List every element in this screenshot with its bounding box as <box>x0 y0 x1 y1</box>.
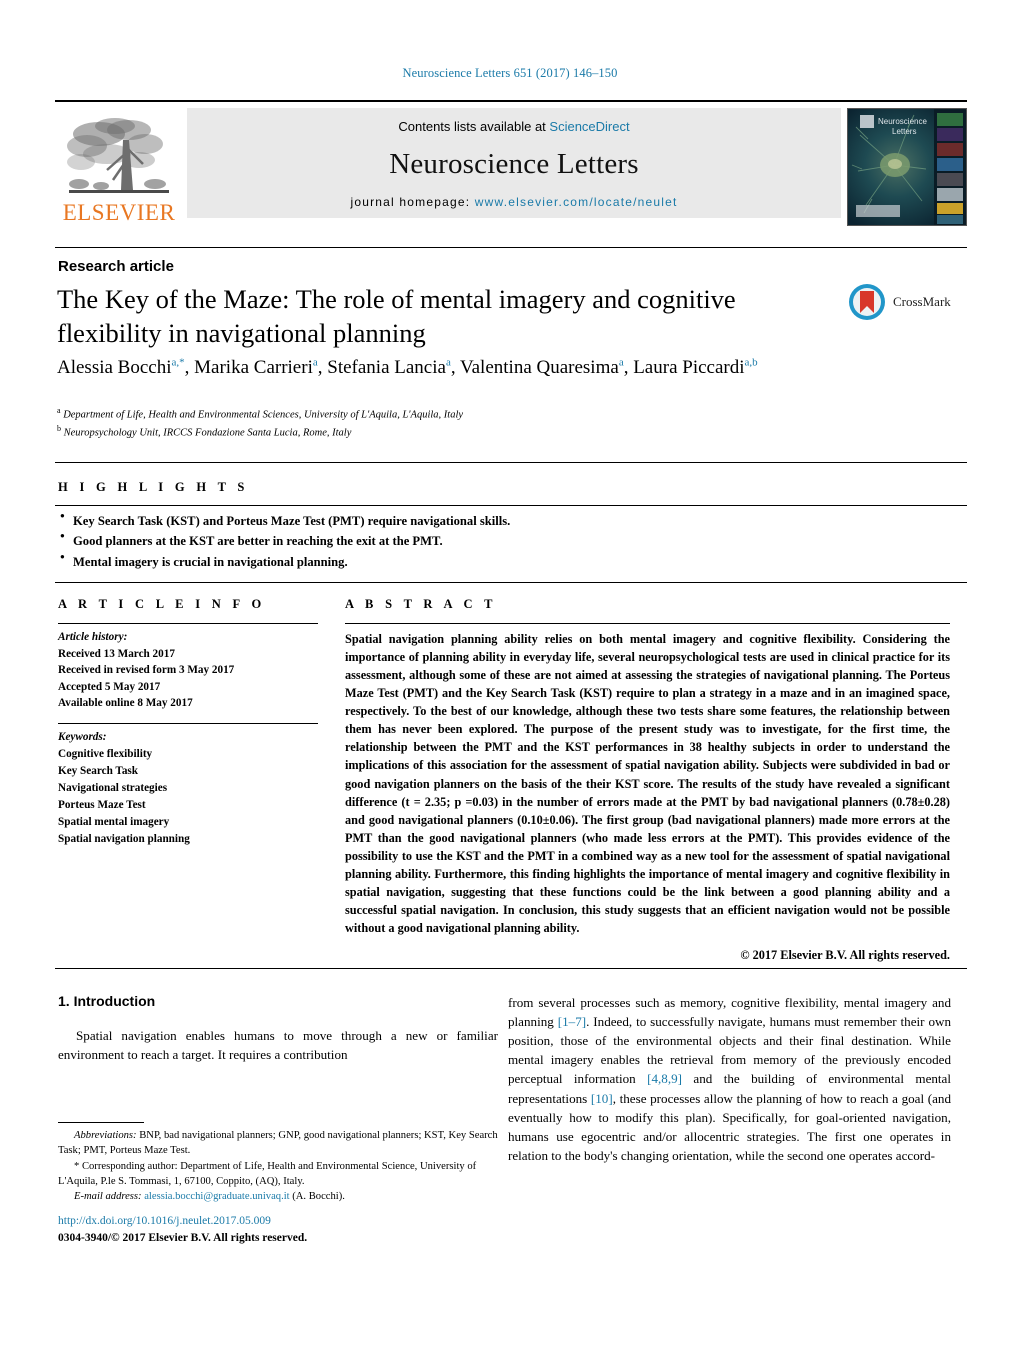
section-heading-introduction: 1. Introduction <box>58 993 156 1009</box>
journal-cover-art: Neuroscience Letters <box>848 109 966 225</box>
highlight-item: Mental imagery is crucial in navigationa… <box>60 551 860 572</box>
highlights-top-rule <box>55 462 967 463</box>
keyword-item: Porteus Maze Test <box>58 798 146 811</box>
citation-link[interactable]: [1–7] <box>558 1014 586 1029</box>
author-affiliation-mark: a,b <box>744 356 758 369</box>
homepage-prefix: journal homepage: <box>350 195 475 209</box>
keywords-block: Keywords: Cognitive flexibility Key Searc… <box>58 729 318 848</box>
abbreviations-note: Abbreviations: BNP, bad navigational pla… <box>58 1128 501 1159</box>
footnote-block: Abbreviations: BNP, bad navigational pla… <box>58 1128 501 1204</box>
abstract-copyright: © 2017 Elsevier B.V. All rights reserved… <box>740 948 950 963</box>
footnote-rule <box>58 1122 144 1123</box>
affiliation-item: b Neuropsychology Unit, IRCCS Fondazione… <box>57 423 352 439</box>
author-name: Stefania Lancia <box>327 357 446 378</box>
citation-link[interactable]: [10] <box>591 1091 613 1106</box>
keyword-item: Cognitive flexibility <box>58 747 153 760</box>
affiliation-item: a Department of Life, Health and Environ… <box>57 406 464 421</box>
email-link[interactable]: alessia.bocchi@graduate.univaq.it <box>144 1191 289 1202</box>
page-title: The Key of the Maze: The role of mental … <box>57 284 736 348</box>
doi-link[interactable]: http://dx.doi.org/10.1016/j.neulet.2017.… <box>58 1213 501 1230</box>
keyword-item: Spatial navigation planning <box>58 832 190 845</box>
crossmark-badge[interactable]: CrossMark <box>847 281 959 323</box>
author-affiliation-mark: a,* <box>171 356 185 369</box>
journal-cover-thumbnail: Neuroscience Letters <box>847 108 967 226</box>
author-affiliation-mark: a <box>312 356 318 369</box>
journal-title: Neuroscience Letters <box>389 148 639 180</box>
article-history-item: Available online 8 May 2017 <box>58 697 193 710</box>
citation-link[interactable]: [4,8,9] <box>647 1071 682 1086</box>
author-name: Marika Carrieri <box>194 357 313 378</box>
masthead-center-panel: Contents lists available at ScienceDirec… <box>187 108 841 218</box>
highlight-item: Good planners at the KST are better in r… <box>60 530 860 551</box>
elsevier-tree-icon <box>67 118 169 193</box>
article-history-items: Received 13 March 2017 Received in revise… <box>58 646 318 712</box>
keywords-items: Cognitive flexibility Key Search Task Navi… <box>58 746 318 848</box>
info-top-rule <box>55 582 967 583</box>
abstract-column: A B S T R A C T Spatial navigation plann… <box>345 597 950 963</box>
crossmark-label: CrossMark <box>893 294 951 309</box>
article-history-item: Received 13 March 2017 <box>58 647 175 660</box>
body-column-left: 1. Introduction Spatial navigation enabl… <box>58 993 498 1064</box>
corresponding-author-note: * Corresponding author: Department of Li… <box>58 1159 501 1190</box>
contents-prefix: Contents lists available at <box>398 119 550 134</box>
abstract-text: Spatial navigation planning ability reli… <box>345 632 950 935</box>
journal-homepage-link[interactable]: www.elsevier.com/locate/neulet <box>475 195 678 209</box>
title-separator-rule <box>55 247 967 248</box>
abstract-rule <box>345 623 950 624</box>
journal-masthead: ELSEVIER Contents lists available at Sci… <box>55 100 967 226</box>
elsevier-wordmark: ELSEVIER <box>62 200 176 225</box>
author-name: Alessia Bocchi <box>57 357 172 378</box>
highlights-list: Key Search Task (KST) and Porteus Maze T… <box>60 510 860 572</box>
introduction-paragraph-left: Spatial navigation enables humans to mov… <box>58 1028 498 1063</box>
keyword-item: Navigational strategies <box>58 781 168 794</box>
keyword-item: Key Search Task <box>58 764 138 777</box>
issn-copyright-line: 0304-3940/© 2017 Elsevier B.V. All right… <box>58 1232 308 1245</box>
elsevier-logo: ELSEVIER <box>55 108 183 226</box>
introduction-paragraph-right: from several processes such as memory, c… <box>508 995 952 1163</box>
highlights-heading: H I G H L I G H T S <box>58 480 249 494</box>
keywords-rule <box>58 722 318 724</box>
article-history-item: Accepted 5 May 2017 <box>58 680 161 693</box>
article-history-item: Received in revised form 3 May 2017 <box>58 664 235 677</box>
author-affiliation-mark: a <box>445 356 451 369</box>
article-info-column: A R T I C L E I N F O Article history: R… <box>58 597 318 848</box>
cover-title-line1: Neuroscience <box>878 117 927 126</box>
contents-available-line: Contents lists available at ScienceDirec… <box>398 119 629 134</box>
body-top-rule <box>55 968 967 969</box>
abstract-heading: A B S T R A C T <box>345 597 497 611</box>
email-suffix: (A. Bocchi). <box>289 1191 345 1202</box>
running-head: Neuroscience Letters 651 (2017) 146–150 <box>402 66 618 80</box>
keywords-label: Keywords: <box>58 730 107 743</box>
article-info-heading: A R T I C L E I N F O <box>58 597 266 611</box>
highlight-item: Key Search Task (KST) and Porteus Maze T… <box>60 510 860 531</box>
abbreviations-label: Abbreviations: <box>74 1130 137 1141</box>
author-name: Valentina Quaresima <box>460 357 619 378</box>
keyword-item: Spatial mental imagery <box>58 815 170 828</box>
author-affiliation-mark: a <box>618 356 624 369</box>
highlights-mid-rule <box>55 505 967 506</box>
doi-block: http://dx.doi.org/10.1016/j.neulet.2017.… <box>58 1213 501 1248</box>
cover-title-line2: Letters <box>892 127 916 136</box>
author-list: Alessia Bocchia,*, Marika Carrieria, Ste… <box>57 356 758 378</box>
author-name: Laura Piccardi <box>633 357 745 378</box>
article-info-rule <box>58 623 318 624</box>
paper-page: Neuroscience Letters 651 (2017) 146–150 <box>0 0 1020 1351</box>
article-type-label: Research article <box>58 258 174 275</box>
email-note: E-mail address: alessia.bocchi@graduate.… <box>58 1189 501 1204</box>
article-history-label: Article history: <box>58 631 128 643</box>
sciencedirect-link[interactable]: ScienceDirect <box>549 119 629 134</box>
corresponding-text: Corresponding author: Department of Life… <box>58 1160 477 1187</box>
article-history-block: Article history: Received 13 March 2017 R… <box>58 629 318 712</box>
journal-homepage-line: journal homepage: www.elsevier.com/locat… <box>350 195 677 209</box>
highlights-items: Key Search Task (KST) and Porteus Maze T… <box>60 510 860 572</box>
crossmark-icon <box>849 284 885 320</box>
body-column-right: from several processes such as memory, c… <box>508 993 951 1165</box>
email-label: E-mail address: <box>74 1191 142 1202</box>
affiliation-list: a Department of Life, Health and Environ… <box>57 405 837 440</box>
